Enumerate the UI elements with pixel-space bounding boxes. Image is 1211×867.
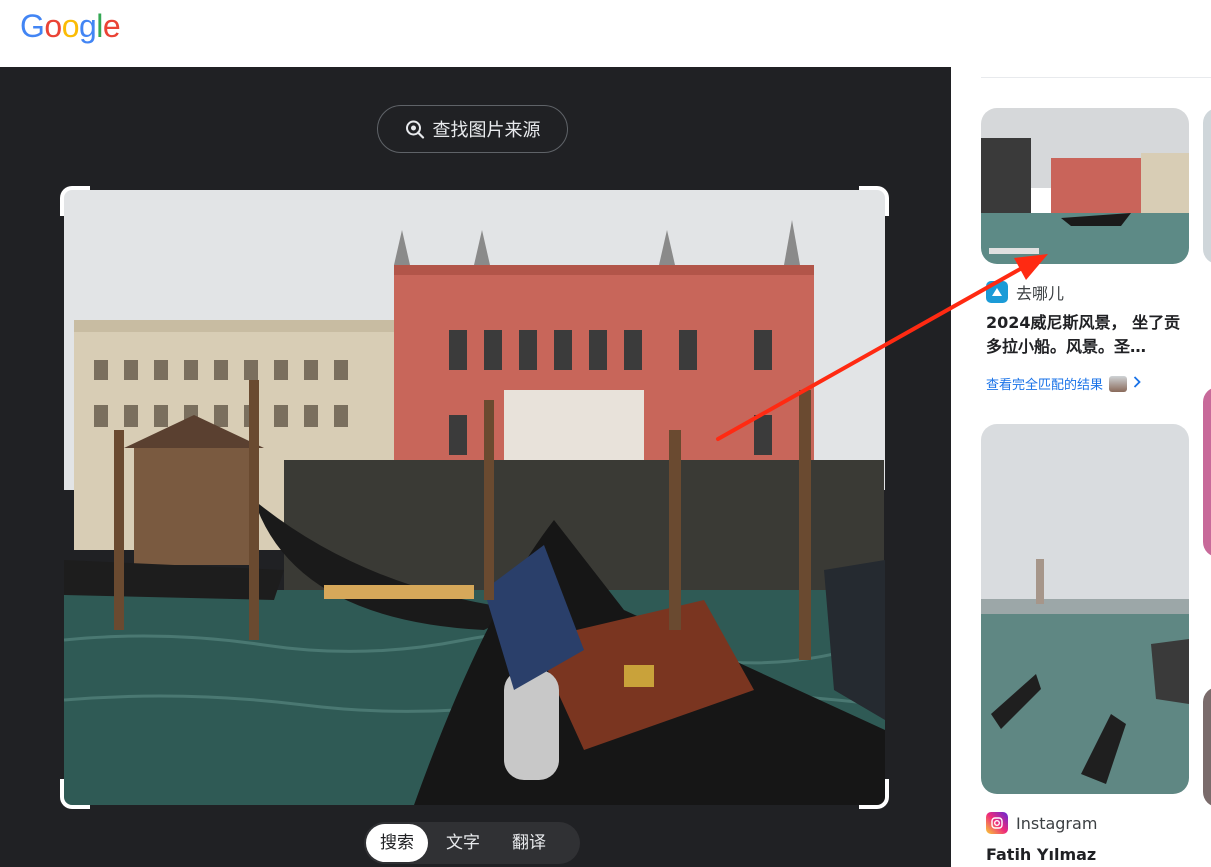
crop-corner-bottom-left[interactable] bbox=[60, 779, 90, 809]
qunar-favicon-icon bbox=[986, 281, 1008, 303]
find-image-source-label: 查找图片来源 bbox=[432, 120, 541, 141]
exact-match-link[interactable]: 查看完全匹配的结果 bbox=[986, 374, 1141, 393]
result-thumbnail-partial[interactable] bbox=[1203, 387, 1211, 557]
result-thumbnail-partial[interactable] bbox=[1203, 108, 1211, 264]
tab-translate[interactable]: 翻译 bbox=[498, 824, 560, 862]
result-source-name: Instagram bbox=[1016, 813, 1098, 833]
top-bar: Google bbox=[0, 0, 1211, 67]
results-panel: 去哪儿 2024威尼斯风景， 坐了贡多拉小船。风景。圣… 查看完全匹配的结果 I… bbox=[951, 67, 1211, 867]
crop-corner-top-left[interactable] bbox=[60, 186, 90, 216]
mode-tabs: 搜索 文字 翻译 bbox=[364, 822, 580, 864]
chevron-right-icon bbox=[1133, 375, 1141, 392]
exact-match-label: 查看完全匹配的结果 bbox=[986, 378, 1104, 393]
tab-search[interactable]: 搜索 bbox=[366, 824, 428, 862]
results-divider bbox=[981, 77, 1211, 78]
result-source[interactable]: Instagram bbox=[986, 812, 1097, 834]
tab-text[interactable]: 文字 bbox=[432, 824, 494, 862]
find-image-source-button[interactable]: 查找图片来源 bbox=[377, 105, 568, 153]
google-logo[interactable]: Google bbox=[20, 8, 121, 45]
crop-corner-bottom-right[interactable] bbox=[859, 779, 889, 809]
result-title[interactable]: 2024威尼斯风景， 坐了贡多拉小船。风景。圣… bbox=[986, 311, 1186, 359]
venice-canal-photo bbox=[64, 190, 885, 805]
result-thumbnail-partial[interactable] bbox=[1203, 687, 1211, 807]
exact-match-thumbnail-icon bbox=[1109, 375, 1128, 392]
lens-search-icon bbox=[405, 119, 425, 139]
instagram-favicon-icon bbox=[986, 812, 1008, 834]
result-source-name: 去哪儿 bbox=[1016, 284, 1065, 303]
selected-image[interactable] bbox=[60, 186, 889, 809]
result-thumbnail[interactable] bbox=[981, 108, 1189, 264]
crop-corner-top-right[interactable] bbox=[859, 186, 889, 216]
result-source[interactable]: 去哪儿 bbox=[986, 280, 1064, 304]
result-title[interactable]: Fatih Yılmaz (@zmlyhtf) bbox=[986, 843, 1186, 867]
result-thumbnail[interactable] bbox=[981, 424, 1189, 794]
